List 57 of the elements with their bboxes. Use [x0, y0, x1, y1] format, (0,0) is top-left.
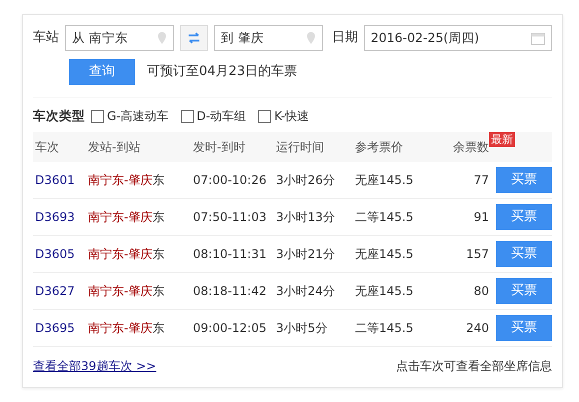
route-cell-text: 南宁东-肇庆东 [88, 246, 166, 263]
to-station-field[interactable]: 到 肇庆 [214, 25, 323, 51]
time-cell-text: 07:00-10:26 [193, 172, 268, 189]
train-type-label: 车次类型 [33, 106, 85, 125]
remaining-count: 80 [474, 283, 489, 300]
checkbox-label: G-高速动车 [107, 108, 169, 125]
duration-cell-text: 3小时24分 [276, 283, 336, 300]
time-cell-text: 07:50-11:03 [193, 209, 268, 226]
remaining-count: 77 [474, 172, 489, 189]
checkbox[interactable] [91, 110, 104, 122]
price-cell-text: 无座145.5 [355, 246, 414, 263]
column-header: 运行时间 [276, 139, 325, 156]
remaining-count: 157 [466, 246, 489, 263]
column-header: 车次 [34, 139, 60, 156]
route-cell-text: 南宁东-肇庆东 [88, 283, 166, 300]
location-pin-icon [156, 31, 167, 45]
duration-cell-text: 3小时21分 [276, 246, 336, 263]
column-header: 余票数 [453, 139, 489, 156]
station-label: 车站 [33, 29, 59, 48]
swap-arrows-icon [186, 32, 201, 44]
column-header: 参考票价 [355, 139, 404, 156]
train-number-link[interactable]: D3605 [33, 245, 88, 263]
route-cell-text: 南宁东-肇庆东 [88, 209, 166, 226]
calendar-icon [531, 32, 545, 44]
checkbox-label: K-快速 [274, 108, 310, 125]
new-badge: 最新 [489, 132, 515, 147]
checkbox[interactable] [258, 110, 272, 122]
remaining-count: 91 [474, 209, 489, 226]
remaining-count: 240 [466, 320, 489, 337]
price-cell-text: 二等145.5 [355, 320, 414, 337]
from-station-field[interactable]: 从 南宁东 [65, 25, 174, 51]
train-number-link[interactable]: D3627 [33, 282, 88, 300]
column-header: 发时-到时 [193, 139, 246, 156]
train-number-link[interactable]: D3695 [33, 319, 88, 337]
date-field[interactable]: 2016-02-25(周四) [364, 25, 552, 51]
train-number-link[interactable]: D3693 [33, 208, 88, 226]
price-cell-text: 无座145.5 [355, 172, 414, 189]
duration-cell-text: 3小时13分 [276, 209, 336, 226]
route-cell-text: 南宁东-肇庆东 [88, 320, 166, 337]
time-cell-text: 08:10-11:31 [193, 246, 268, 263]
view-all-trains-link[interactable]: 查看全部39趟车次 >> [33, 357, 156, 375]
route-cell-text: 南宁东-肇庆东 [88, 172, 166, 189]
booking-note: 可预订至04月23日的车票 [147, 63, 298, 82]
seat-info-hint: 点击车次可查看全部坐席信息 [396, 358, 552, 375]
time-cell-text: 09:00-12:05 [193, 320, 268, 337]
price-cell-text: 二等145.5 [355, 209, 414, 226]
swap-stations-button[interactable] [180, 25, 208, 51]
duration-cell-text: 3小时26分 [276, 172, 336, 189]
duration-cell-text: 3小时5分 [276, 320, 328, 337]
location-pin-icon [306, 31, 316, 45]
price-cell-text: 无座145.5 [355, 283, 414, 300]
checkbox[interactable] [180, 110, 194, 122]
train-number-link[interactable]: D3601 [33, 171, 88, 189]
date-label: 日期 [332, 29, 358, 48]
column-header: 发站-到站 [88, 139, 142, 156]
checkbox-label: D-动车组 [196, 108, 246, 125]
time-cell-text: 08:18-11:42 [193, 283, 268, 300]
